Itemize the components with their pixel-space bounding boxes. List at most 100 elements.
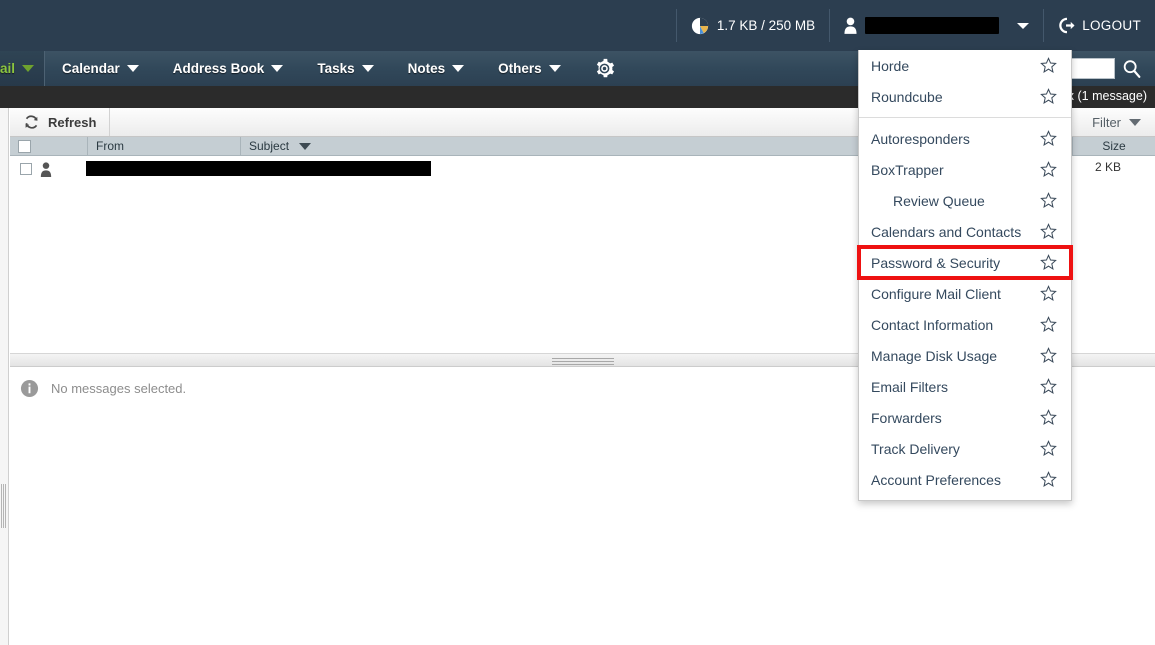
column-label-size: Size [1102,139,1125,153]
menu-item-configure-mail-client[interactable]: Configure Mail Client [859,278,1071,309]
search-area [1059,51,1155,86]
pie-chart-icon [691,17,709,35]
menu-item-password-and-security[interactable]: Password & Security [859,247,1071,278]
user-account-menu[interactable] [830,0,1043,51]
nav-item-others[interactable]: Others [481,51,578,86]
nav-item-calendar[interactable]: Calendar [45,51,156,86]
menu-item-review-queue[interactable]: Review Queue [859,185,1071,216]
menu-item-label: Account Preferences [871,472,1001,488]
chevron-down-icon [127,65,139,72]
star-icon[interactable] [1040,471,1057,488]
collapsed-folder-sidebar[interactable] [0,108,9,645]
logout-icon [1058,17,1075,34]
menu-item-label: Autoresponders [871,131,970,147]
nav-item-label: ail [0,61,15,76]
select-all-checkbox[interactable] [18,140,31,153]
logout-button[interactable]: LOGOUT [1044,0,1155,51]
menu-item-label: Password & Security [871,255,1000,271]
user-icon [844,17,857,34]
filter-button[interactable]: Filter [1078,108,1155,136]
column-header-from[interactable]: From [88,137,241,155]
column-label-from: From [96,139,124,153]
star-icon[interactable] [1040,161,1057,178]
settings-button[interactable] [578,51,631,86]
menu-item-boxtrapper[interactable]: BoxTrapper [859,154,1071,185]
menu-item-manage-disk-usage[interactable]: Manage Disk Usage [859,340,1071,371]
menu-item-autoresponders[interactable]: Autoresponders [859,123,1071,154]
menu-item-label: Configure Mail Client [871,286,1001,302]
menu-item-label: Track Delivery [871,441,960,457]
nav-item-notes[interactable]: Notes [391,51,482,86]
splitter-grip[interactable] [552,358,614,367]
menu-item-label: Forwarders [871,410,942,426]
top-header-bar: 1.7 KB / 250 MB LOGOUT [0,0,1155,51]
nav-item-address-book[interactable]: Address Book [156,51,301,86]
menu-item-label: Horde [871,58,909,74]
sidebar-resize-handle[interactable] [1,484,7,528]
chevron-down-icon [271,65,283,72]
menu-item-label: BoxTrapper [871,162,944,178]
menu-item-email-filters[interactable]: Email Filters [859,371,1071,402]
star-icon[interactable] [1040,285,1057,302]
menu-item-label: Email Filters [871,379,948,395]
star-icon[interactable] [1040,57,1057,74]
nav-item-mail[interactable]: ail [0,51,45,86]
chevron-down-icon [1017,23,1029,29]
nav-item-label: Calendar [62,61,120,76]
chevron-down-icon [22,65,34,72]
star-icon[interactable] [1040,254,1057,271]
star-icon[interactable] [1040,316,1057,333]
star-icon[interactable] [1040,192,1057,209]
nav-item-label: Notes [408,61,446,76]
menu-separator [859,117,1071,118]
search-icon[interactable] [1121,58,1143,80]
grip-line [552,361,614,362]
disk-usage-text: 1.7 KB / 250 MB [717,18,815,33]
gear-icon [594,58,615,79]
menu-item-label: Contact Information [871,317,993,333]
column-label-subject: Subject [249,139,289,153]
disk-usage-indicator[interactable]: 1.7 KB / 250 MB [677,0,829,51]
row-checkbox[interactable] [20,163,32,175]
column-header-size[interactable]: Size [1073,137,1155,155]
grip-line [5,484,6,528]
row-size: 2 KB [1069,160,1147,174]
logout-label: LOGOUT [1082,18,1141,33]
empty-preview-notice: No messages selected. [20,379,186,398]
star-icon[interactable] [1040,409,1057,426]
menu-item-forwarders[interactable]: Forwarders [859,402,1071,433]
nav-item-label: Others [498,61,542,76]
menu-item-contact-information[interactable]: Contact Information [859,309,1071,340]
refresh-icon [23,114,40,131]
refresh-button[interactable]: Refresh [10,108,110,136]
nav-item-tasks[interactable]: Tasks [300,51,390,86]
menu-item-account-preferences[interactable]: Account Preferences [859,464,1071,495]
menu-item-horde[interactable]: Horde [859,50,1071,81]
sort-descending-icon[interactable] [299,143,311,150]
star-icon[interactable] [1040,223,1057,240]
webmail-app: 1.7 KB / 250 MB LOGOUT ail C [0,0,1155,645]
chevron-down-icon [362,65,374,72]
filter-label: Filter [1092,115,1121,130]
chevron-down-icon [1129,119,1141,126]
user-name-redacted [865,17,999,34]
star-icon[interactable] [1040,347,1057,364]
menu-item-roundcube[interactable]: Roundcube [859,81,1071,112]
grip-line [3,484,4,528]
row-select-area[interactable] [10,162,88,177]
nav-item-label: Tasks [317,61,354,76]
column-header-select-all[interactable] [10,137,88,155]
star-icon[interactable] [1040,88,1057,105]
star-icon[interactable] [1040,378,1057,395]
others-dropdown-menu: Horde Roundcube Autoresponders BoxTrappe… [858,50,1072,501]
nav-item-label: Address Book [173,61,265,76]
refresh-label: Refresh [48,115,96,130]
chevron-down-icon [452,65,464,72]
menu-item-calendars-and-contacts[interactable]: Calendars and Contacts [859,216,1071,247]
menu-item-label: Calendars and Contacts [871,224,1021,240]
person-icon [40,162,52,177]
star-icon[interactable] [1040,130,1057,147]
empty-preview-text: No messages selected. [51,381,186,396]
star-icon[interactable] [1040,440,1057,457]
menu-item-track-delivery[interactable]: Track Delivery [859,433,1071,464]
